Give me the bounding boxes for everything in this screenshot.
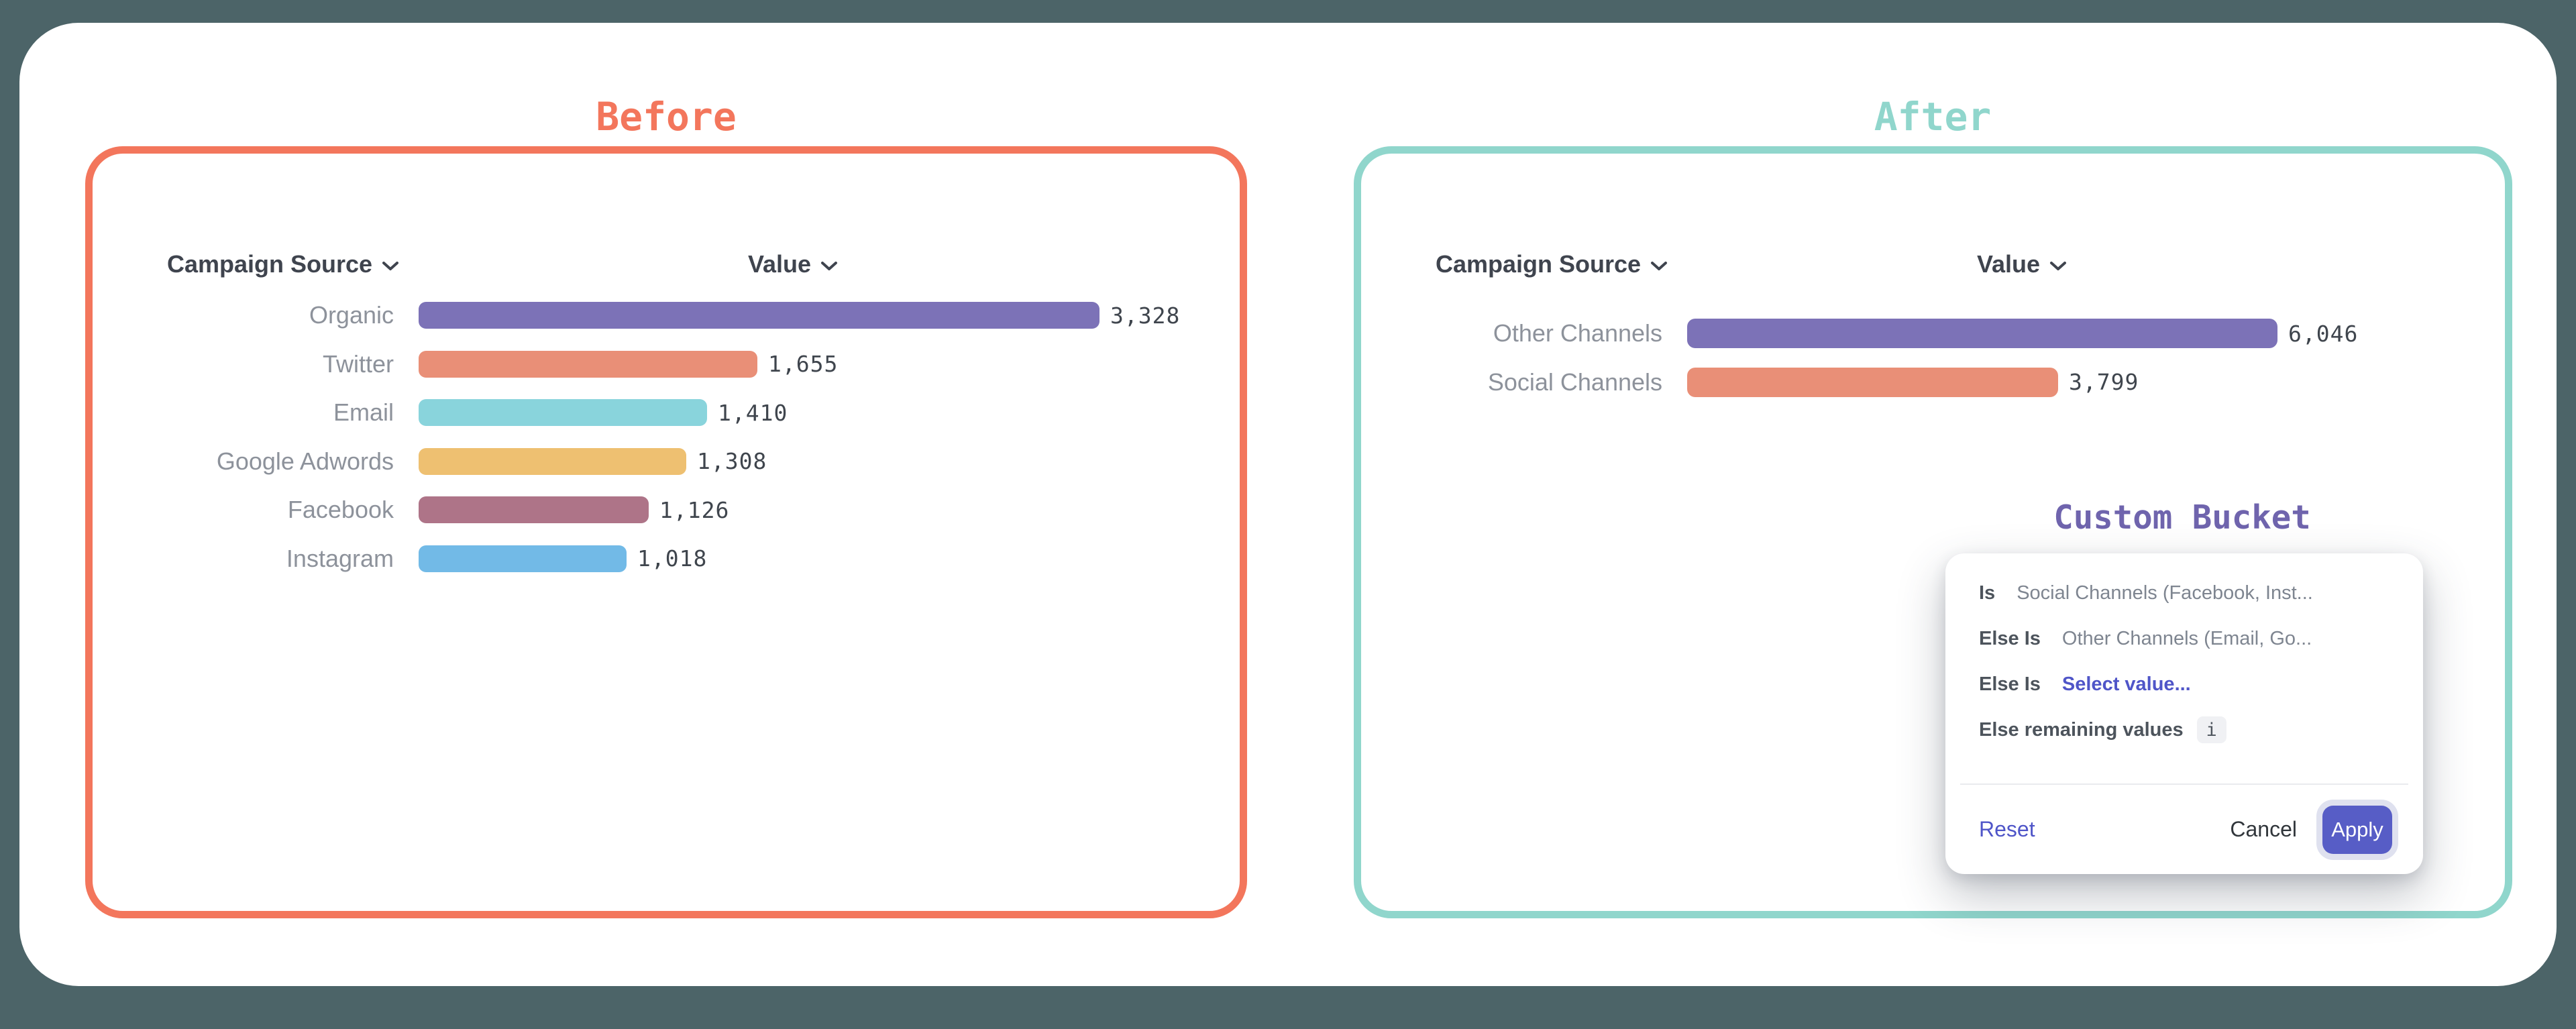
value-text: 1,308 <box>697 448 767 474</box>
before-table-body: Organic 3,328 Twitter 1,655 Email 1,410 Google… <box>93 291 1180 583</box>
row-label: Email <box>93 398 394 427</box>
column-header-campaign-source[interactable]: Campaign Source <box>1436 248 1668 280</box>
before-panel: Campaign Source Value Organic 3,328 Twitte… <box>85 146 1247 918</box>
column-header-value[interactable]: Value <box>748 248 838 280</box>
before-title: Before <box>465 93 867 141</box>
value-bar <box>419 302 1099 329</box>
value-text: 6,046 <box>2288 321 2358 347</box>
value-text: 3,799 <box>2069 369 2139 395</box>
value-text: 3,328 <box>1110 303 1180 329</box>
value-bar <box>419 448 686 475</box>
bucket-condition-row: Else remaining values i <box>1979 707 2406 753</box>
condition-operator: Else Is <box>1979 673 2041 696</box>
apply-button[interactable]: Apply <box>2322 806 2392 854</box>
custom-bucket-dialog: Is Social Channels (Facebook, Inst... Else… <box>1945 553 2423 874</box>
row-label: Organic <box>93 301 394 329</box>
value-text: 1,126 <box>659 497 729 523</box>
custom-bucket-title: Custom Bucket <box>1981 498 2383 537</box>
chevron-down-icon <box>2049 260 2067 272</box>
condition-operator: Else remaining values <box>1979 719 2184 741</box>
table-header-row: Campaign Source Value <box>1361 248 2505 280</box>
condition-value[interactable]: Other Channels (Email, Go... <box>2062 628 2312 650</box>
page-background: Before After Campaign Source Value Organ… <box>0 0 2576 1029</box>
bucket-condition-row: Else Is Other Channels (Email, Go... <box>1979 616 2406 661</box>
condition-operator: Is <box>1979 582 1995 604</box>
cancel-button[interactable]: Cancel <box>2230 817 2297 842</box>
row-label: Social Channels <box>1361 368 1662 396</box>
column-header-label: Campaign Source <box>167 248 372 280</box>
value-text: 1,018 <box>637 545 707 572</box>
bucket-condition-row: Else Is Select value... <box>1979 661 2406 707</box>
table-header-row: Campaign Source Value <box>93 248 1240 280</box>
after-table-body: Other Channels 6,046 Social Channels 3,799 <box>1361 309 2358 407</box>
chevron-down-icon <box>820 260 838 272</box>
row-label: Google Adwords <box>93 447 394 476</box>
content-card: Before After Campaign Source Value Organ… <box>19 23 2557 986</box>
table-row: Google Adwords 1,308 <box>93 437 1180 486</box>
table-row: Organic 3,328 <box>93 291 1180 340</box>
value-bar <box>419 545 627 572</box>
dialog-footer: Reset Cancel Apply <box>1945 785 2423 874</box>
value-bar <box>419 351 757 378</box>
after-panel: Campaign Source Value Other Channels 6,04… <box>1354 146 2512 918</box>
column-header-value[interactable]: Value <box>1977 248 2067 280</box>
row-label: Facebook <box>93 496 394 524</box>
row-label: Other Channels <box>1361 319 1662 347</box>
value-bar <box>419 399 707 426</box>
value-text: 1,410 <box>718 400 788 426</box>
condition-operator: Else Is <box>1979 628 2041 650</box>
value-bar <box>419 496 649 523</box>
table-row: Facebook 1,126 <box>93 486 1180 535</box>
column-header-label: Campaign Source <box>1436 248 1641 280</box>
chevron-down-icon <box>1650 260 1668 272</box>
table-row: Instagram 1,018 <box>93 535 1180 584</box>
table-row: Social Channels 3,799 <box>1361 358 2358 407</box>
table-row: Twitter 1,655 <box>93 340 1180 389</box>
column-header-label: Value <box>1977 248 2040 280</box>
after-title: After <box>1731 93 2134 141</box>
bucket-condition-row: Is Social Channels (Facebook, Inst... <box>1979 570 2406 616</box>
column-header-campaign-source[interactable]: Campaign Source <box>167 248 399 280</box>
value-bar <box>1687 368 2058 397</box>
value-bar <box>1687 319 2277 348</box>
select-value-link[interactable]: Select value... <box>2062 673 2191 696</box>
bucket-conditions: Is Social Channels (Facebook, Inst... Else… <box>1979 570 2406 753</box>
reset-button[interactable]: Reset <box>1979 817 2035 842</box>
row-label: Twitter <box>93 350 394 378</box>
info-icon[interactable]: i <box>2197 716 2226 743</box>
condition-value[interactable]: Social Channels (Facebook, Inst... <box>2017 582 2313 604</box>
row-label: Instagram <box>93 545 394 573</box>
column-header-label: Value <box>748 248 811 280</box>
chevron-down-icon <box>382 260 399 272</box>
value-text: 1,655 <box>768 351 838 377</box>
table-row: Email 1,410 <box>93 388 1180 437</box>
table-row: Other Channels 6,046 <box>1361 309 2358 358</box>
